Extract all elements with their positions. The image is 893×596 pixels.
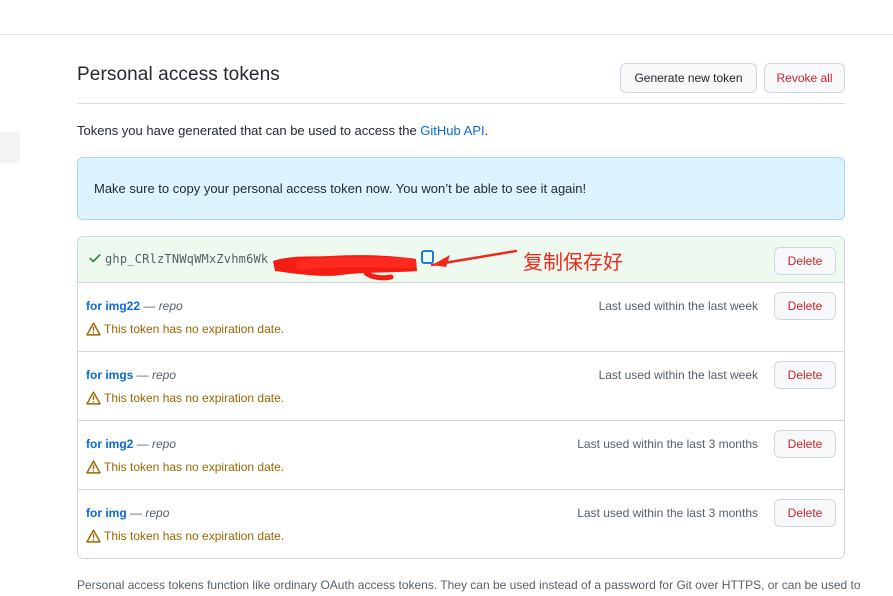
alert-icon [86,322,101,336]
delete-button[interactable]: Delete [774,247,836,275]
token-scope: repo [158,299,183,313]
token-scope: repo [152,368,177,382]
token-name-link[interactable]: for imgs [86,368,133,382]
expiration-warning: This token has no expiration date. [86,391,284,405]
warning-text: This token has no expiration date. [104,391,285,405]
token-title: for img22 — repo [86,299,183,313]
expiration-warning: This token has no expiration date. [86,529,284,543]
copy-token-flash: Make sure to copy your personal access t… [77,157,845,220]
token-row: for imgs — repo This token has no expira… [78,352,844,421]
header-divider [77,103,845,104]
token-title: for imgs — repo [86,368,176,382]
annotation-arrow [430,249,518,267]
new-token-row: ghp_CRlzTNWqWMxZvhm6Wk 复制保存好 Delete [78,237,844,283]
delete-button[interactable]: Delete [774,361,836,389]
redaction-scribble [273,255,417,281]
delete-button[interactable]: Delete [774,430,836,458]
token-list: ghp_CRlzTNWqWMxZvhm6Wk 复制保存好 Delete for … [77,236,845,559]
token-scope: repo [152,437,177,451]
expiration-warning: This token has no expiration date. [86,460,284,474]
last-used-text: Last used within the last 3 months [577,437,758,451]
token-scope: repo [145,506,170,520]
expiration-warning: This token has no expiration date. [86,322,284,336]
delete-button[interactable]: Delete [774,499,836,527]
footer-description: Personal access tokens function like ord… [77,578,861,592]
last-used-text: Last used within the last week [598,299,758,313]
token-name-link[interactable]: for img22 [86,299,140,313]
page-title: Personal access tokens [77,64,280,85]
warning-text: This token has no expiration date. [104,460,285,474]
check-icon [89,254,101,263]
sidebar-selected-item[interactable] [0,132,20,163]
alert-icon [86,529,101,543]
generate-new-token-button[interactable]: Generate new token [620,63,757,93]
top-divider [0,34,893,35]
github-api-link[interactable]: GitHub API [420,123,484,138]
token-title: for img2 — repo [86,437,176,451]
token-dash: — [133,368,153,382]
token-title: for img — repo [86,506,169,520]
delete-button[interactable]: Delete [774,292,836,320]
revoke-all-button[interactable]: Revoke all [764,63,845,93]
token-row: for img — repo This token has no expirat… [78,490,844,558]
new-token-value[interactable]: ghp_CRlzTNWqWMxZvhm6Wk [105,252,268,266]
warning-text: This token has no expiration date. [104,322,285,336]
token-dash: — [126,506,146,520]
token-row: for img2 — repo This token has no expira… [78,421,844,490]
annotation-label: 复制保存好 [523,250,623,274]
flash-message: Make sure to copy your personal access t… [94,181,587,196]
token-name-link[interactable]: for img2 [86,437,133,451]
last-used-text: Last used within the last week [598,368,758,382]
last-used-text: Last used within the last 3 months [577,506,758,520]
alert-icon [86,460,101,474]
warning-text: This token has no expiration date. [104,529,285,543]
intro-suffix: . [484,123,489,138]
token-dash: — [133,437,153,451]
intro-body: Tokens you have generated that can be us… [77,123,421,138]
token-row: for img22 — repo This token has no expir… [78,283,844,352]
token-dash: — [140,299,159,313]
alert-icon [86,391,101,405]
token-name-link[interactable]: for img [86,506,127,520]
intro-text: Tokens you have generated that can be us… [77,123,488,138]
